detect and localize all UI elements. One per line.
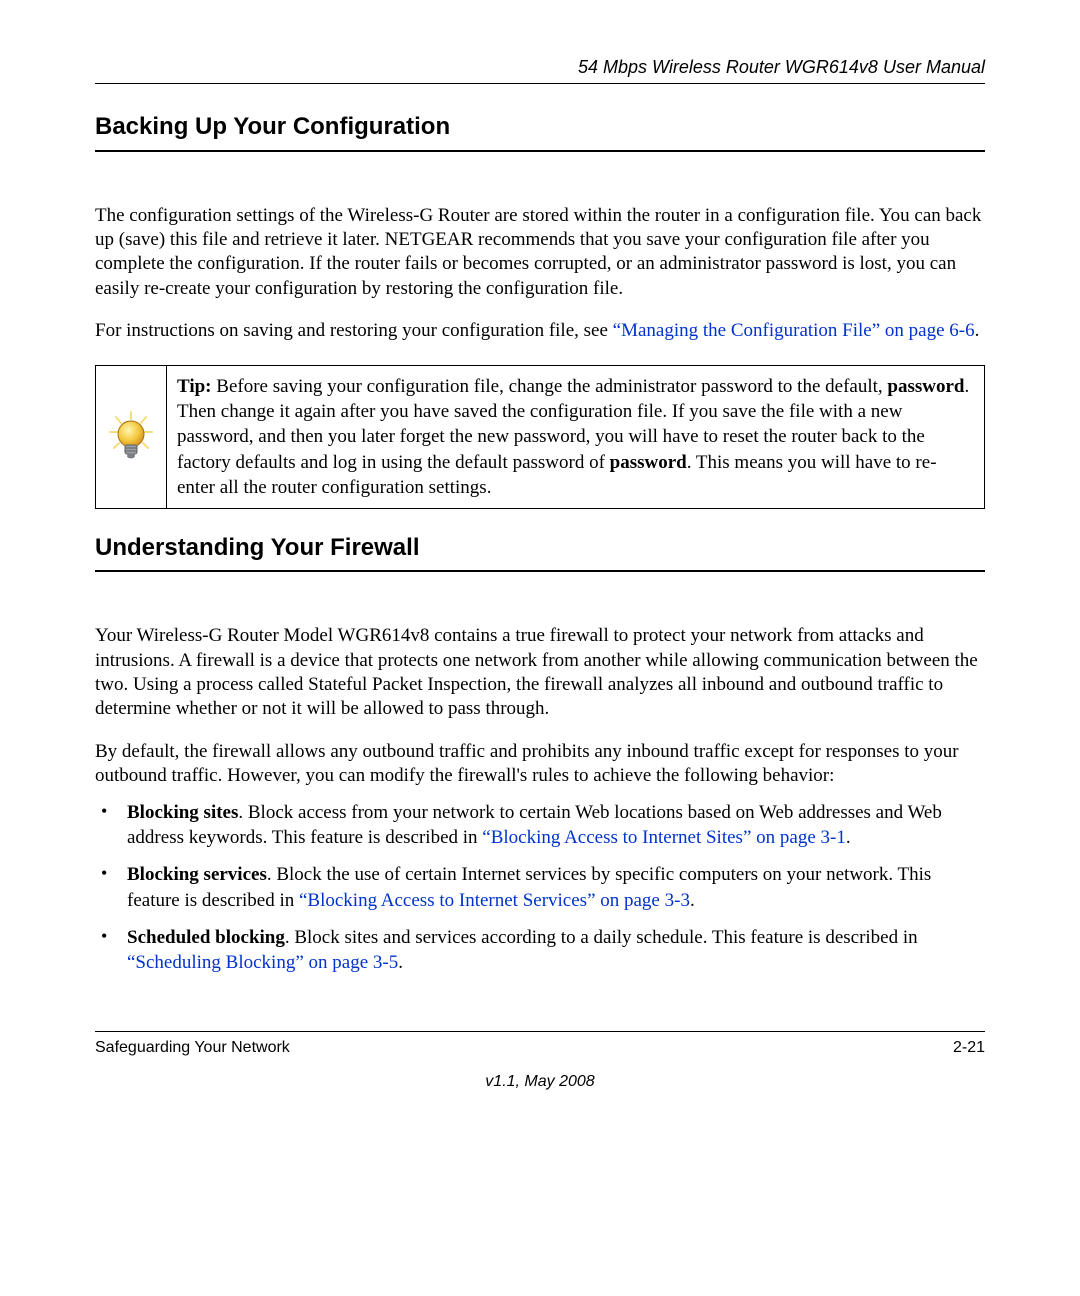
backup-paragraph-2: For instructions on saving and restoring… bbox=[95, 319, 985, 343]
list-item: Blocking services. Block the use of cert… bbox=[95, 862, 985, 912]
bullet-text-b: . bbox=[846, 827, 851, 848]
bullet-text-b: . bbox=[690, 890, 695, 911]
footer-page-number: 2-21 bbox=[953, 1038, 985, 1058]
backup-paragraph-1: The configuration settings of the Wirele… bbox=[95, 204, 985, 301]
tip-text-a: Before saving your configuration file, c… bbox=[212, 376, 888, 397]
list-item: Blocking sites. Block access from your n… bbox=[95, 800, 985, 850]
link-managing-config-file[interactable]: “Managing the Configuration File” on pag… bbox=[613, 320, 975, 341]
firewall-feature-list: Blocking sites. Block access from your n… bbox=[95, 800, 985, 974]
section-heading-backup: Backing Up Your Configuration bbox=[95, 112, 985, 152]
tip-label: Tip: bbox=[177, 376, 212, 397]
para2-post: . bbox=[975, 320, 980, 341]
tip-callout: Tip: Before saving your configuration fi… bbox=[95, 365, 985, 508]
tip-icon-cell bbox=[96, 366, 167, 507]
link-blocking-sites[interactable]: “Blocking Access to Internet Sites” on p… bbox=[482, 827, 846, 848]
footer-version: v1.1, May 2008 bbox=[95, 1072, 985, 1092]
tip-bold-1: password bbox=[887, 376, 964, 397]
doc-title: 54 Mbps Wireless Router WGR614v8 User Ma… bbox=[578, 57, 985, 77]
page-footer: Safeguarding Your Network 2-21 bbox=[95, 1031, 985, 1058]
firewall-paragraph-2: By default, the firewall allows any outb… bbox=[95, 740, 985, 789]
tip-text: Tip: Before saving your configuration fi… bbox=[167, 366, 984, 507]
bullet-bold: Blocking services bbox=[127, 864, 267, 885]
bullet-text-b: . bbox=[398, 952, 403, 973]
lightbulb-icon bbox=[106, 410, 156, 464]
bullet-bold: Scheduled blocking bbox=[127, 927, 285, 948]
tip-bold-2: password bbox=[610, 452, 687, 473]
bullet-bold: Blocking sites bbox=[127, 802, 238, 823]
link-scheduling-blocking[interactable]: “Scheduling Blocking” on page 3-5 bbox=[127, 952, 398, 973]
link-blocking-services[interactable]: “Blocking Access to Internet Services” o… bbox=[299, 890, 690, 911]
list-item: Scheduled blocking. Block sites and serv… bbox=[95, 925, 985, 975]
footer-section-name: Safeguarding Your Network bbox=[95, 1038, 290, 1058]
section-heading-firewall: Understanding Your Firewall bbox=[95, 533, 985, 573]
para2-pre: For instructions on saving and restoring… bbox=[95, 320, 613, 341]
firewall-paragraph-1: Your Wireless-G Router Model WGR614v8 co… bbox=[95, 624, 985, 721]
bullet-text-a: . Block sites and services according to … bbox=[285, 927, 918, 948]
running-header: 54 Mbps Wireless Router WGR614v8 User Ma… bbox=[95, 56, 985, 84]
